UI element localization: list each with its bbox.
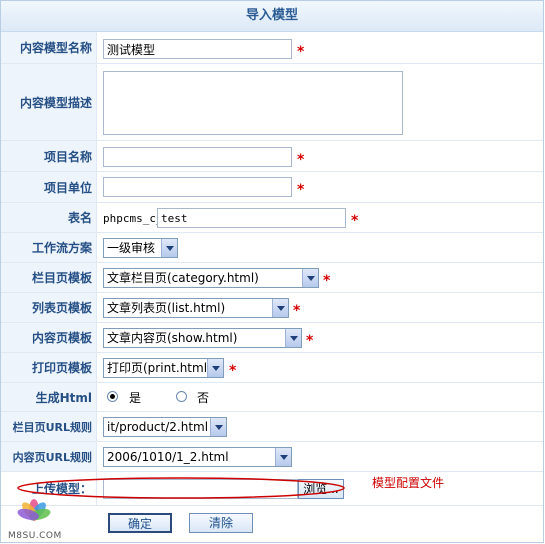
- chevron-down-icon[interactable]: [272, 299, 288, 317]
- flower-logo-icon: [17, 499, 51, 521]
- item-unit-label: 项目单位: [1, 172, 97, 202]
- row-category-url: 栏目页URL规则 it/product/2.html: [1, 412, 543, 442]
- show-url-value: 2006/1010/1_2.html: [107, 450, 229, 464]
- required-mark: *: [293, 303, 301, 319]
- show-url-select[interactable]: 2006/1010/1_2.html: [103, 447, 292, 467]
- model-name-label: 内容模型名称: [1, 32, 97, 63]
- category-template-value: 文章栏目页(category.html): [107, 271, 259, 285]
- watermark-text: M8SU.COM: [8, 531, 62, 541]
- chevron-down-icon[interactable]: [161, 239, 177, 257]
- table-prefix: phpcms_c_: [103, 212, 163, 225]
- list-template-value: 文章列表页(list.html): [107, 301, 226, 315]
- annotation-ellipse: [17, 477, 345, 499]
- category-template-label: 栏目页模板: [1, 263, 97, 292]
- workflow-select[interactable]: 一级审核: [103, 238, 178, 258]
- panel-title: 导入模型: [1, 1, 543, 32]
- row-list-template: 列表页模板 文章列表页(list.html) *: [1, 293, 543, 323]
- row-show-url: 内容页URL规则 2006/1010/1_2.html: [1, 442, 543, 472]
- row-workflow: 工作流方案 一级审核: [1, 233, 543, 263]
- list-template-select[interactable]: 文章列表页(list.html): [103, 298, 289, 318]
- required-mark: *: [306, 333, 314, 349]
- print-template-select[interactable]: 打印页(print.html): [103, 358, 224, 378]
- generate-html-yes-radio[interactable]: [107, 391, 118, 402]
- category-url-select[interactable]: it/product/2.html: [103, 417, 227, 437]
- generate-html-no-label: 否: [197, 391, 210, 405]
- row-item-unit: 项目单位 *: [1, 172, 543, 203]
- required-mark: *: [351, 213, 359, 229]
- row-print-template: 打印页模板 打印页(print.html) *: [1, 353, 543, 383]
- category-url-label: 栏目页URL规则: [1, 412, 97, 441]
- table-name-label: 表名: [1, 203, 97, 232]
- required-mark: *: [229, 363, 237, 379]
- generate-html-label: 生成Html: [1, 383, 97, 411]
- confirm-button[interactable]: 确定: [108, 513, 172, 533]
- item-name-label: 项目名称: [1, 141, 97, 171]
- watermark-logo: M8SU.COM: [8, 496, 62, 541]
- model-desc-textarea[interactable]: [103, 71, 403, 135]
- row-actions: 确定 清除: [1, 506, 543, 542]
- required-mark: *: [297, 44, 305, 60]
- show-url-label: 内容页URL规则: [1, 442, 97, 471]
- required-mark: *: [297, 152, 305, 168]
- required-mark: *: [297, 182, 305, 198]
- row-model-desc: 内容模型描述: [1, 64, 543, 141]
- row-category-template: 栏目页模板 文章栏目页(category.html) *: [1, 263, 543, 293]
- list-template-label: 列表页模板: [1, 293, 97, 322]
- generate-html-no-radio[interactable]: [176, 391, 187, 402]
- chevron-down-icon[interactable]: [302, 269, 318, 287]
- print-template-value: 打印页(print.html): [107, 361, 212, 375]
- category-url-value: it/product/2.html: [107, 420, 209, 434]
- model-name-input[interactable]: [103, 39, 292, 59]
- model-desc-label: 内容模型描述: [1, 64, 97, 140]
- table-name-input[interactable]: [157, 208, 346, 228]
- item-name-input[interactable]: [103, 147, 292, 167]
- show-template-select[interactable]: 文章内容页(show.html): [103, 328, 302, 348]
- annotation-text: 模型配置文件: [372, 476, 445, 490]
- item-unit-input[interactable]: [103, 177, 292, 197]
- row-show-template: 内容页模板 文章内容页(show.html) *: [1, 323, 543, 353]
- category-template-select[interactable]: 文章栏目页(category.html): [103, 268, 319, 288]
- show-template-value: 文章内容页(show.html): [107, 331, 238, 345]
- workflow-select-value: 一级审核: [107, 241, 156, 255]
- chevron-down-icon[interactable]: [275, 448, 291, 466]
- row-item-name: 项目名称 *: [1, 141, 543, 172]
- workflow-label: 工作流方案: [1, 233, 97, 262]
- clear-button[interactable]: 清除: [189, 513, 253, 533]
- required-mark: *: [323, 273, 331, 289]
- chevron-down-icon[interactable]: [207, 359, 223, 377]
- print-template-label: 打印页模板: [1, 353, 97, 382]
- generate-html-yes-label: 是: [129, 391, 142, 405]
- row-table-name: 表名 phpcms_c_ *: [1, 203, 543, 233]
- show-template-label: 内容页模板: [1, 323, 97, 352]
- row-model-name: 内容模型名称 *: [1, 32, 543, 64]
- chevron-down-icon[interactable]: [210, 418, 226, 436]
- row-generate-html: 生成Html 是 否: [1, 383, 543, 412]
- chevron-down-icon[interactable]: [285, 329, 301, 347]
